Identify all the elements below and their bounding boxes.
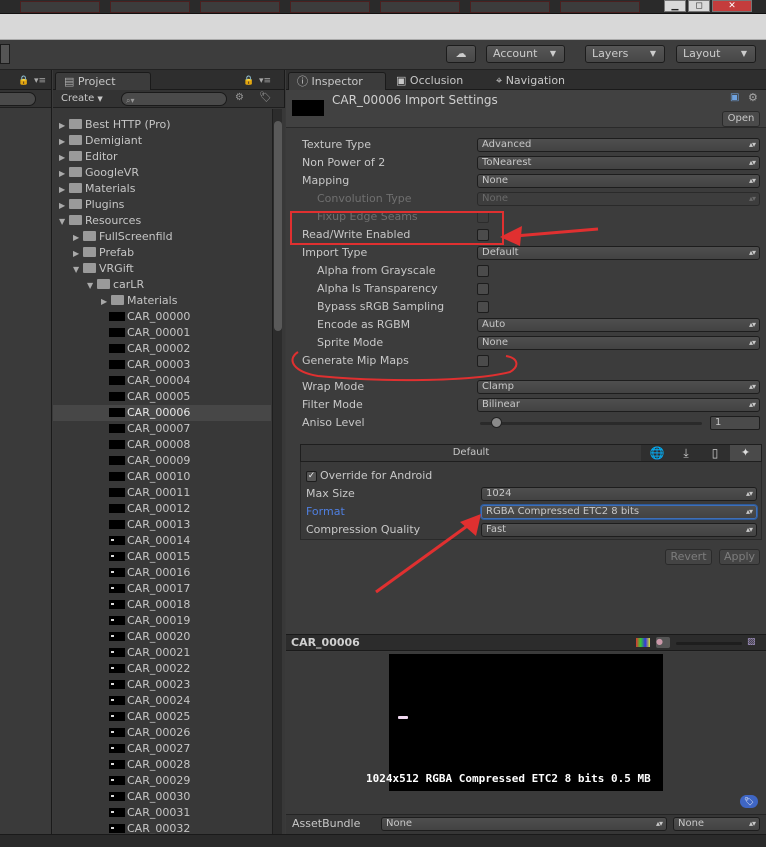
annotation-arrow-format-line <box>375 522 471 594</box>
annotation-mip-loop <box>291 351 518 382</box>
annotation-arrow-readwrite-line <box>514 227 599 238</box>
annotation-arrow-readwrite-head <box>500 226 522 246</box>
annotation-overlay <box>291 226 599 594</box>
annotation-arrow-format-head <box>460 514 481 536</box>
